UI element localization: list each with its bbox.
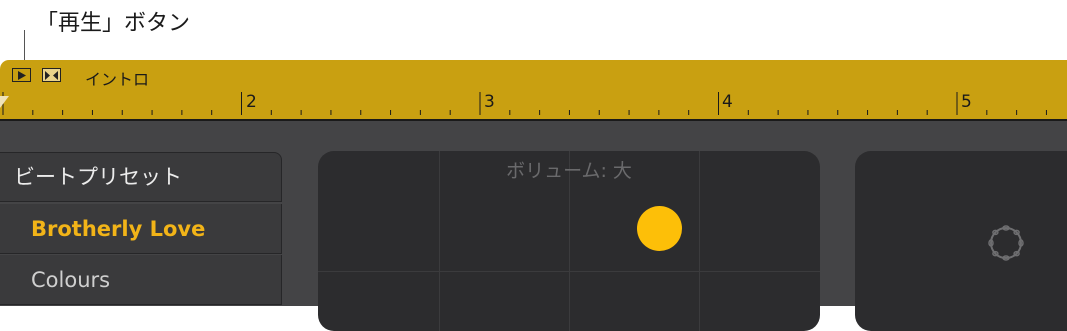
section-marker-button[interactable] (42, 68, 61, 82)
pad-grid-line (318, 271, 820, 272)
volume-label: ボリューム: 大 (506, 160, 632, 182)
section-label: イントロ (85, 70, 150, 89)
callout-leader-line (24, 30, 25, 62)
tambourine-icon[interactable] (982, 219, 1030, 267)
instrument-panel (855, 151, 1067, 331)
bar-number-4: 4 (722, 92, 733, 112)
play-button-callout: 「再生」ボタン (36, 11, 191, 36)
bar-ruler[interactable]: 2 3 4 5 (0, 88, 1067, 121)
beat-presets-header: ビートプリセット (0, 152, 282, 202)
xy-pad[interactable]: ボリューム: 大 (318, 151, 820, 331)
play-icon (18, 70, 26, 80)
bar-number-2: 2 (246, 92, 257, 112)
preset-item-brotherly-love[interactable]: Brotherly Love (0, 204, 282, 254)
bar-number-5: 5 (961, 92, 972, 112)
preset-item-colours[interactable]: Colours (0, 255, 282, 305)
arrangement-track[interactable]: イントロ 2 3 4 5 (0, 60, 1067, 121)
section-marker-icon (45, 70, 58, 80)
xy-puck[interactable] (637, 206, 682, 251)
playhead-marker[interactable] (0, 96, 9, 108)
play-button[interactable] (12, 68, 31, 82)
bar-number-3: 3 (484, 92, 495, 112)
